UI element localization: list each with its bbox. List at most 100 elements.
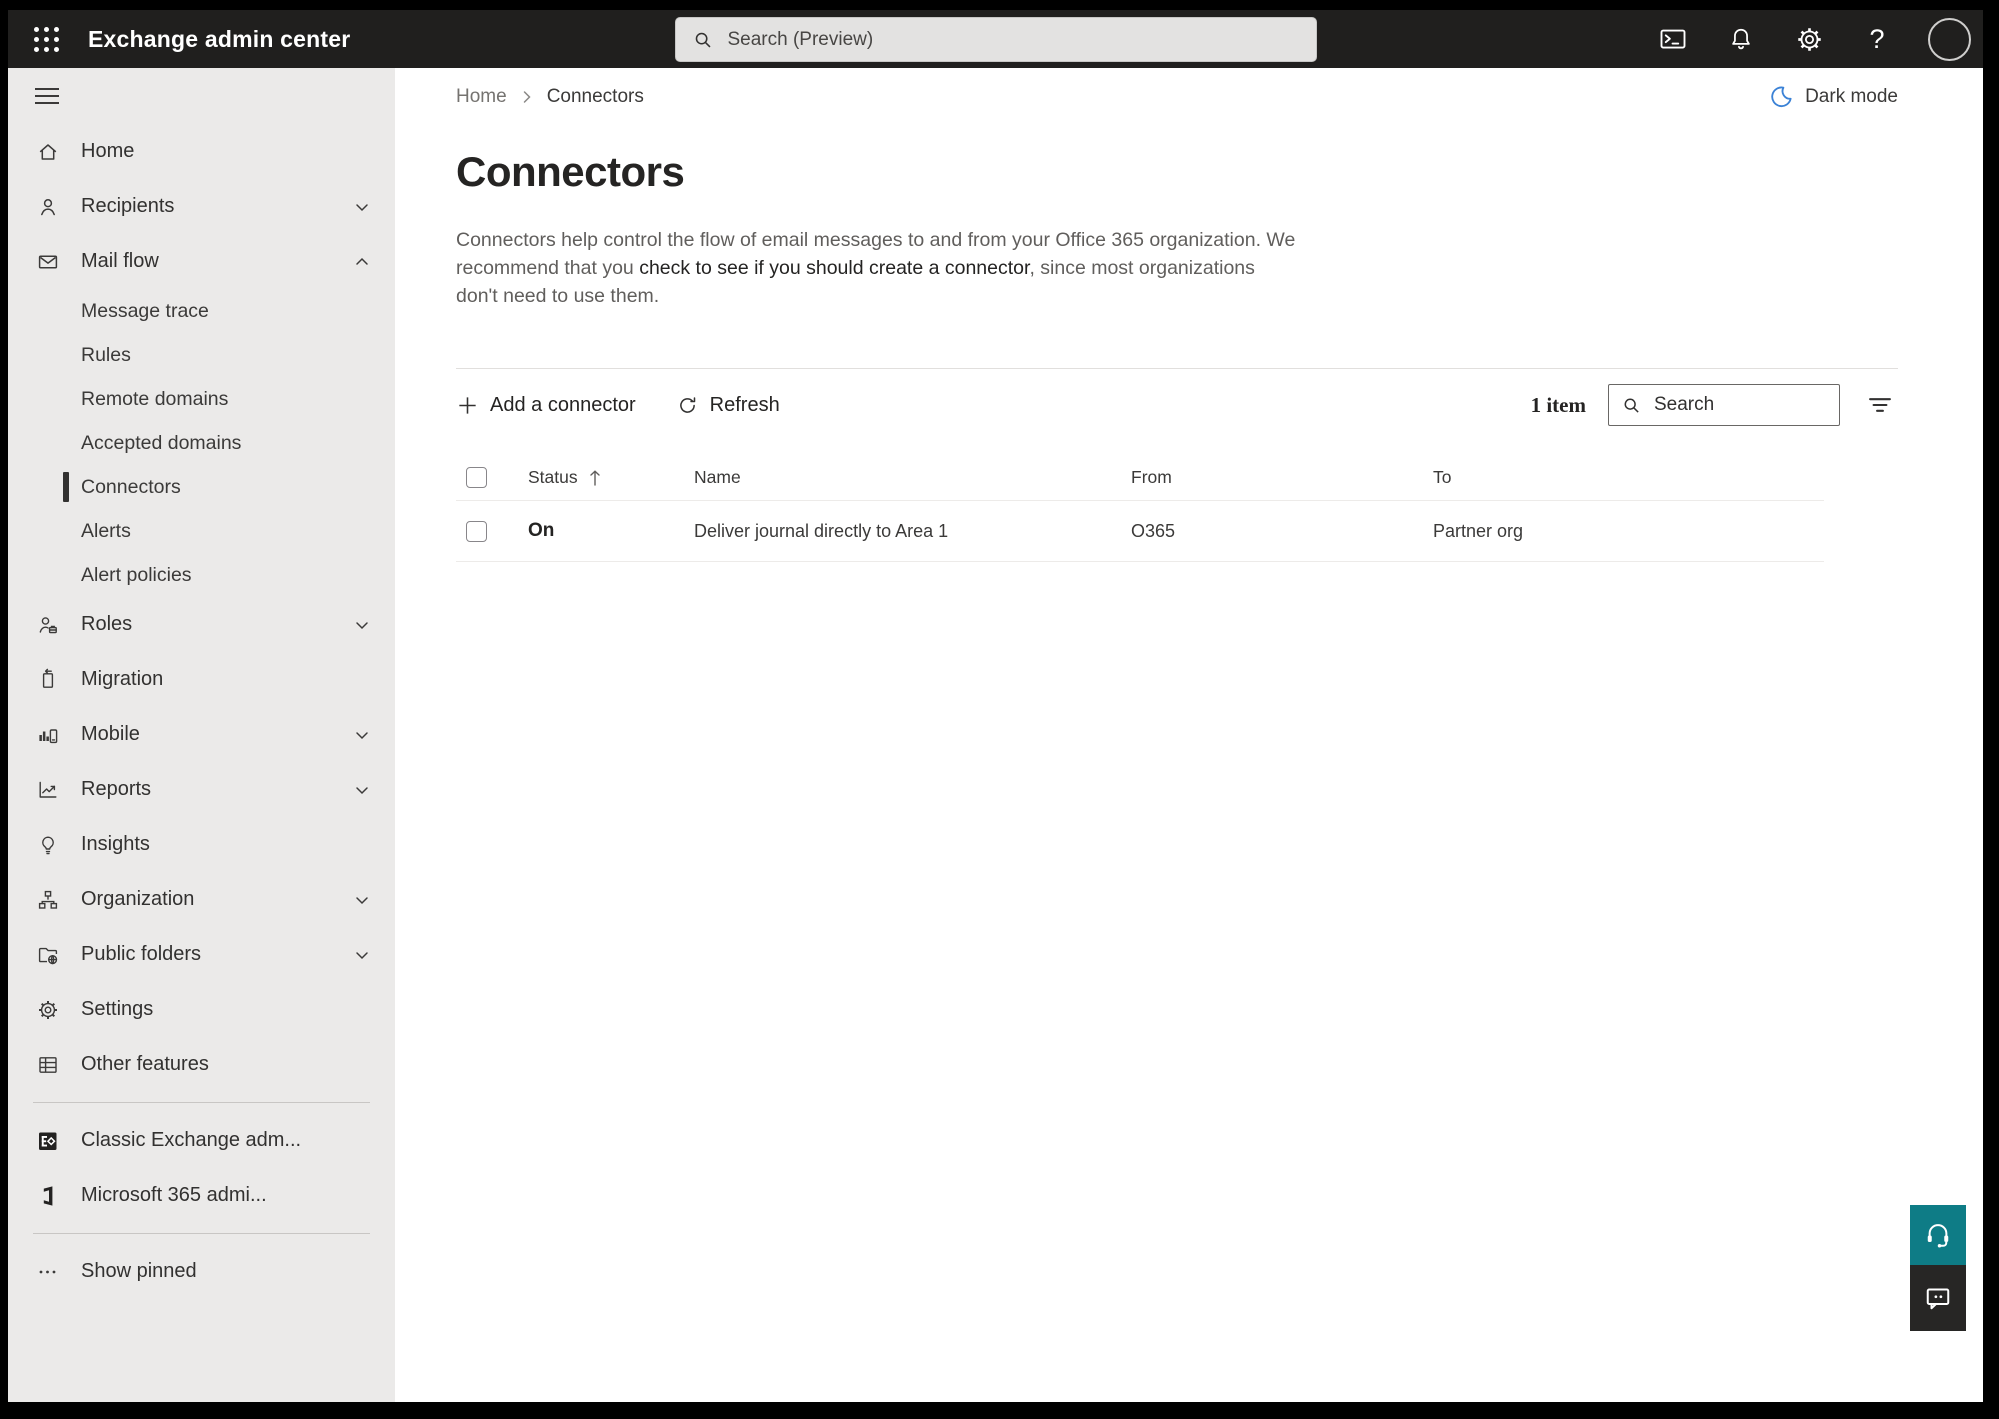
breadcrumb-home-link[interactable]: Home (456, 86, 507, 108)
chevron-up-icon (353, 253, 371, 271)
sidebar-item-label: Migration (81, 668, 164, 690)
sidebar-item-other-features[interactable]: Other features (8, 1037, 395, 1092)
sidebar-item-label: Alert policies (81, 563, 192, 586)
sidebar-item-label: Microsoft 365 admi... (81, 1184, 267, 1206)
dark-mode-toggle[interactable]: Dark mode (1768, 84, 1898, 110)
sidebar-divider (33, 1233, 370, 1234)
moon-icon (1771, 86, 1792, 108)
refresh-label: Refresh (709, 393, 780, 416)
sidebar-item-organization[interactable]: Organization (8, 872, 395, 927)
sidebar-item-rules[interactable]: Rules (8, 333, 395, 377)
settings-button[interactable] (1792, 22, 1826, 56)
sidebar-item-recipients[interactable]: Recipients (8, 179, 395, 234)
sidebar-item-settings[interactable]: Settings (8, 982, 395, 1037)
left-nav: Home Recipients Mail flow Message trace … (8, 68, 395, 1402)
connectors-table: Status Name From To On Deliver journal d… (456, 455, 1824, 562)
sidebar-item-migration[interactable]: Migration (8, 652, 395, 707)
table-row[interactable]: On Deliver journal directly to Area 1 O3… (456, 501, 1824, 562)
sidebar-item-label: Recipients (81, 195, 175, 217)
select-all-checkbox[interactable] (466, 467, 487, 488)
folder-globe-icon (36, 943, 60, 967)
cloud-shell-button[interactable] (1656, 22, 1690, 56)
gear-icon (36, 998, 60, 1022)
notifications-button[interactable] (1724, 22, 1758, 56)
filter-button[interactable] (1862, 387, 1898, 423)
sidebar-item-label: Public folders (81, 943, 202, 965)
selected-indicator (63, 472, 69, 502)
sidebar-item-connectors[interactable]: Connectors (8, 465, 395, 509)
plus-icon (459, 396, 476, 414)
person-icon (36, 195, 60, 219)
sidebar-item-label: Home (81, 140, 135, 162)
chevron-right-icon (521, 89, 533, 105)
hamburger-button[interactable] (35, 83, 59, 109)
sidebar-item-home[interactable]: Home (8, 124, 395, 179)
row-checkbox[interactable] (466, 520, 487, 542)
column-header-status[interactable]: Status (528, 467, 694, 488)
headset-icon (1927, 1224, 1949, 1248)
sidebar-item-label: Classic Exchange adm... (81, 1129, 302, 1151)
sidebar-item-mobile[interactable]: Mobile (8, 707, 395, 762)
global-search-box[interactable] (674, 17, 1317, 62)
list-search-input[interactable] (1654, 394, 1827, 416)
sidebar-divider (33, 1102, 370, 1103)
sort-up-icon (589, 470, 600, 486)
help-button[interactable]: ? (1860, 22, 1894, 56)
add-connector-label: Add a connector (490, 393, 636, 416)
chevron-down-icon (353, 198, 371, 216)
description-link[interactable]: check to see if you should create a conn… (639, 257, 1029, 279)
help-icon: ? (1869, 23, 1885, 54)
sidebar-item-label: Reports (81, 778, 152, 800)
sidebar-item-label: Rules (81, 343, 131, 366)
sidebar-item-remote-domains[interactable]: Remote domains (8, 377, 395, 421)
sidebar-item-insights[interactable]: Insights (8, 817, 395, 872)
toolbar-right: 1 item (1531, 384, 1898, 426)
sidebar-item-microsoft-365-admin[interactable]: Microsoft 365 admi... (8, 1168, 395, 1223)
app-launcher-button[interactable] (24, 17, 68, 61)
sidebar-item-reports[interactable]: Reports (8, 762, 395, 817)
list-toolbar: Add a connector Refresh 1 item (456, 373, 1898, 437)
column-header-from[interactable]: From (1131, 467, 1433, 488)
row-from: O365 (1131, 520, 1176, 541)
column-header-name[interactable]: Name (694, 467, 1131, 488)
refresh-button[interactable]: Refresh (676, 394, 780, 417)
sidebar-item-label: Mobile (81, 723, 140, 745)
sidebar-item-show-pinned[interactable]: Show pinned (8, 1244, 395, 1299)
list-search-box[interactable] (1608, 384, 1840, 426)
search-icon (1624, 398, 1639, 413)
office-logo-icon (36, 1184, 60, 1208)
breadcrumb-row: Home Connectors Dark mode (456, 80, 1898, 114)
sidebar-item-mail-flow[interactable]: Mail flow (8, 234, 395, 289)
row-status: On (528, 520, 555, 541)
chevron-down-icon (353, 946, 371, 964)
sidebar-item-label: Other features (81, 1053, 209, 1075)
account-avatar[interactable] (1928, 17, 1971, 61)
chevron-down-icon (353, 616, 371, 634)
app-shell: Home Recipients Mail flow Message trace … (8, 68, 1983, 1402)
sidebar-item-public-folders[interactable]: Public folders (8, 927, 395, 982)
dark-mode-label: Dark mode (1805, 86, 1898, 107)
sidebar-item-label: Settings (81, 998, 154, 1020)
status-header-label: Status (528, 467, 578, 487)
nav-collapse-row (8, 68, 395, 124)
sidebar-item-roles[interactable]: Roles (8, 597, 395, 652)
sidebar-item-label: Remote domains (81, 387, 229, 410)
global-search-input[interactable] (727, 28, 1300, 51)
chat-icon (1926, 1288, 1950, 1310)
row-name[interactable]: Deliver journal directly to Area 1 (694, 521, 1131, 542)
chevron-down-icon (353, 891, 371, 909)
table-header-row: Status Name From To (456, 455, 1824, 501)
feedback-chat-button[interactable] (1910, 1265, 1966, 1331)
column-header-to[interactable]: To (1433, 467, 1824, 488)
help-support-button[interactable] (1910, 1205, 1966, 1265)
sidebar-item-label: Connectors (81, 475, 181, 498)
add-connector-button[interactable]: Add a connector (456, 394, 636, 417)
hamburger-icon (35, 88, 59, 104)
top-app-bar: Exchange admin center Search (Preview) ? (8, 10, 1983, 68)
sidebar-item-alerts[interactable]: Alerts (8, 509, 395, 553)
main-content: Home Connectors Dark mode Connectors Con… (395, 68, 1983, 1402)
sidebar-item-alert-policies[interactable]: Alert policies (8, 553, 395, 597)
sidebar-item-classic-exchange[interactable]: Classic Exchange adm... (8, 1113, 395, 1168)
sidebar-item-accepted-domains[interactable]: Accepted domains (8, 421, 395, 465)
sidebar-item-message-trace[interactable]: Message trace (8, 289, 395, 333)
